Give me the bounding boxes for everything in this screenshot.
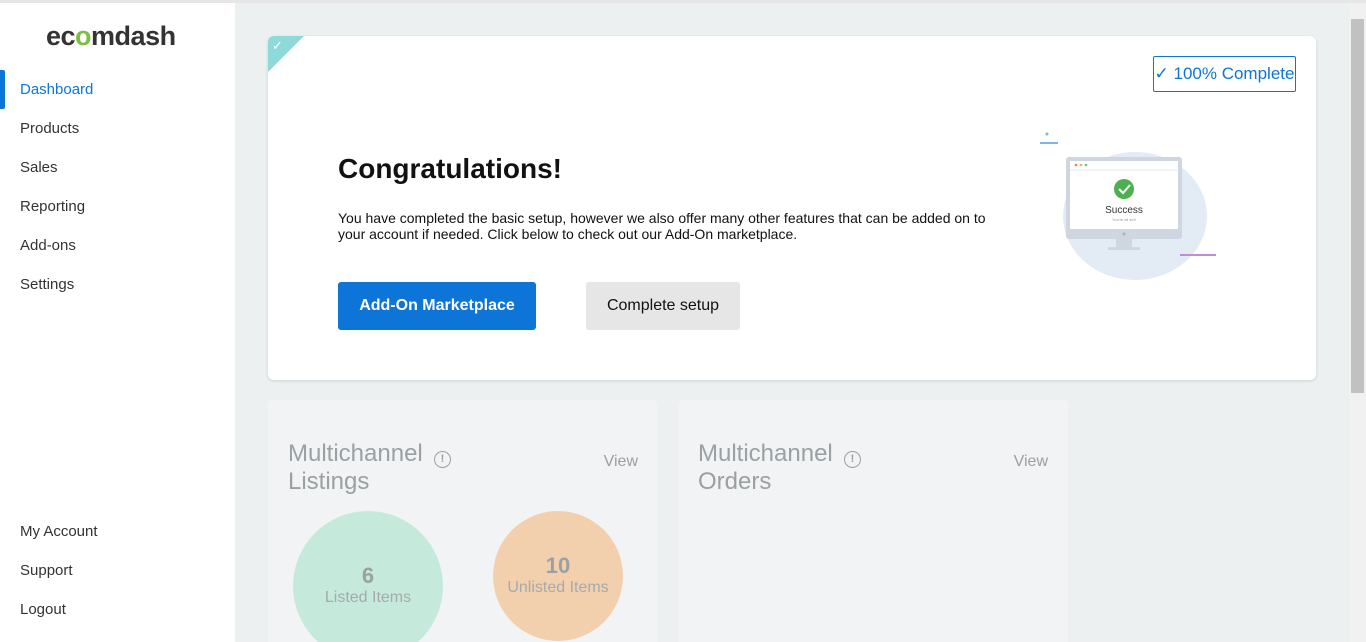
illustration-monitor-stand xyxy=(1116,239,1132,247)
sidebar-item-products[interactable]: Products xyxy=(0,109,235,148)
panel-title: Multichannel Orders xyxy=(698,440,833,495)
info-icon[interactable]: ! xyxy=(844,451,861,468)
listed-items-count: 6 xyxy=(361,563,375,588)
unlisted-items-count: 10 xyxy=(545,553,571,578)
sidebar-item-label: Sales xyxy=(20,159,58,176)
illustration-monitor-base xyxy=(1108,247,1140,250)
sidebar-item-label: Settings xyxy=(20,276,75,293)
sidebar-item-support[interactable]: Support xyxy=(0,551,235,590)
sidebar-item-reporting[interactable]: Reporting xyxy=(0,187,235,226)
unlisted-items-label: Unlisted Items xyxy=(507,579,609,596)
sidebar-item-add-ons[interactable]: Add-ons xyxy=(0,226,235,265)
sidebar-item-label: Support xyxy=(20,562,73,579)
sidebar-item-settings[interactable]: Settings xyxy=(0,265,235,304)
sidebar-item-dashboard[interactable]: Dashboard xyxy=(0,70,235,109)
ecomdash-logo[interactable]: ecomdash xyxy=(46,21,176,52)
illustration-window-dot-green xyxy=(1084,163,1088,167)
scrollbar-thumb[interactable] xyxy=(1351,19,1364,393)
unlisted-items-bubble[interactable]: 10 Unlisted Items xyxy=(493,511,623,641)
sidebar-item-label: Dashboard xyxy=(20,81,94,98)
multichannel-listings-panel: Multichannel Listings ! View 6 Listed It… xyxy=(268,400,658,642)
listed-items-bubble[interactable]: 6 Listed Items xyxy=(293,511,443,642)
setup-complete-card: ✓ ✓ 100% Complete Congratulations! You h… xyxy=(268,36,1316,380)
sidebar-item-label: Reporting xyxy=(20,198,86,215)
illustration-subtitle-text: You're all set! xyxy=(1112,217,1136,222)
view-listings-link[interactable]: View xyxy=(604,453,638,471)
view-orders-link[interactable]: View xyxy=(1014,453,1048,471)
info-icon[interactable]: ! xyxy=(434,451,451,468)
sidebar-item-sales[interactable]: Sales xyxy=(0,148,235,187)
illustration-window-dot-red xyxy=(1074,163,1078,167)
sidebar-item-logout[interactable]: Logout xyxy=(0,590,235,629)
congrats-description: You have completed the basic setup, howe… xyxy=(338,210,986,242)
congrats-title: Congratulations! xyxy=(338,153,562,184)
complete-status-badge[interactable]: ✓ 100% Complete xyxy=(1153,56,1296,92)
success-check-icon xyxy=(1114,179,1134,199)
success-illustration: Success You're all set! xyxy=(1040,132,1216,280)
illustration-dash-blue xyxy=(1040,142,1058,144)
multichannel-orders-panel: Multichannel Orders ! View xyxy=(678,400,1068,642)
sidebar-item-my-account[interactable]: My Account xyxy=(0,512,235,551)
sidebar: ecomdash Dashboard Products Sales Report… xyxy=(0,3,235,642)
page-scrollbar[interactable] xyxy=(1349,3,1366,642)
sidebar-item-label: Add-ons xyxy=(20,237,76,254)
illustration-success-text: Success xyxy=(1105,205,1143,216)
illustration-monitor-button xyxy=(1122,232,1126,236)
illustration-window-dot-yellow xyxy=(1079,163,1083,167)
check-icon: ✓ xyxy=(272,38,283,53)
add-on-marketplace-button[interactable]: Add-On Marketplace xyxy=(338,282,536,330)
sidebar-item-label: Products xyxy=(20,120,80,137)
panel-title: Multichannel Listings xyxy=(288,440,423,495)
illustration-dot xyxy=(1045,132,1049,136)
complete-setup-button[interactable]: Complete setup xyxy=(586,282,740,330)
sidebar-item-label: My Account xyxy=(20,523,98,540)
illustration-dash-purple xyxy=(1180,254,1216,256)
listed-items-label: Listed Items xyxy=(324,589,412,606)
sidebar-item-label: Logout xyxy=(20,601,66,618)
